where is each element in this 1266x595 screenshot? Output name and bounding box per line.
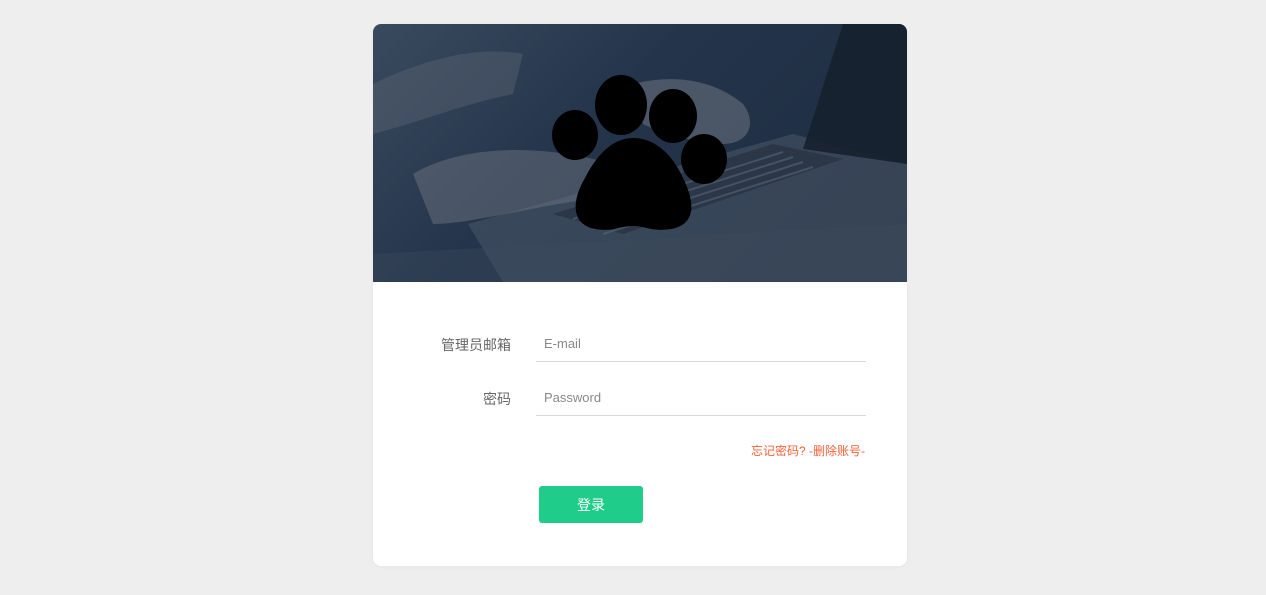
email-input[interactable] [536, 326, 866, 362]
account-links: 忘记密码? -删除账号- [751, 442, 865, 459]
login-button[interactable]: 登录 [539, 486, 643, 523]
paw-icon [552, 75, 727, 230]
email-label: 管理员邮箱 [441, 337, 511, 353]
header-banner [373, 24, 907, 282]
password-row: 密码 [373, 380, 907, 420]
email-row: 管理员邮箱 [373, 326, 907, 366]
forgot-password-link[interactable]: 忘记密码? [751, 444, 806, 458]
delete-account-link[interactable]: -删除账号- [809, 444, 865, 458]
login-form: 管理员邮箱 密码 忘记密码? -删除账号- 登录 [373, 282, 907, 566]
password-input[interactable] [536, 380, 866, 416]
password-label: 密码 [483, 391, 511, 407]
login-card: 管理员邮箱 密码 忘记密码? -删除账号- 登录 [373, 24, 907, 566]
